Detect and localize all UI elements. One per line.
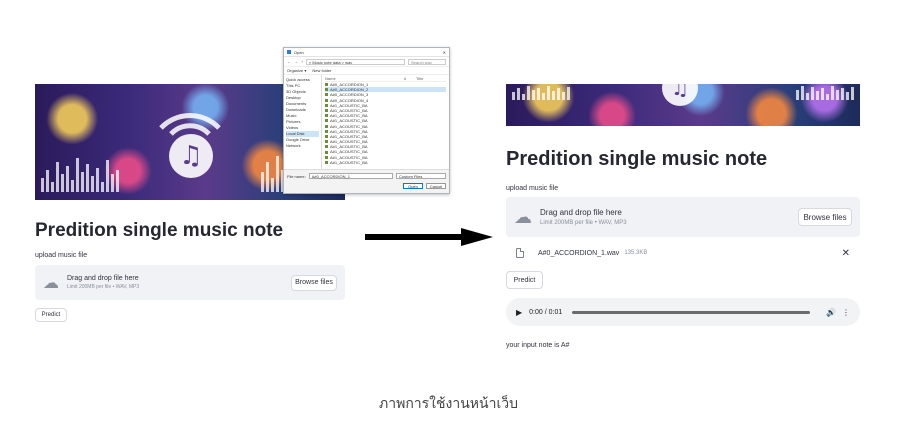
dropzone-text: Drag and drop file here Limit 200MB per … xyxy=(540,208,627,226)
audio-file-icon xyxy=(325,155,328,159)
nav-item[interactable]: Network xyxy=(286,143,319,149)
remove-file-icon[interactable]: ✕ xyxy=(842,248,850,259)
right-app-panel: ♫ Predition single music note upload mus… xyxy=(506,84,860,349)
upload-label: upload music file xyxy=(35,252,88,259)
dropzone-limit: Limit 200MB per file • WAV, MP3 xyxy=(67,284,140,290)
dropzone-instructions: Drag and drop file here xyxy=(540,208,622,217)
dialog-body: Quick access This PC 3D Objects Desktop Docu… xyxy=(284,75,449,171)
back-arrow-icon[interactable]: ← xyxy=(287,59,291,64)
equalizer-bars-left xyxy=(41,158,119,192)
dialog-titlebar: Open ✕ xyxy=(284,48,449,57)
audio-progress-slider[interactable] xyxy=(572,310,811,314)
audio-file-icon xyxy=(325,145,328,149)
screenshot-stage: ♫ Predition single music note upload mus… xyxy=(0,0,897,443)
right-banner-image: ♫ xyxy=(506,84,860,126)
dialog-footer: File name: A#0_ACCORDION_1 Custom Files … xyxy=(284,169,449,193)
file-dropzone[interactable]: ☁ Drag and drop file here Limit 200MB pe… xyxy=(35,265,345,300)
browse-files-button[interactable]: Browse files xyxy=(291,274,337,291)
dropzone-text: Drag and drop file here Limit 200MB per … xyxy=(67,275,139,290)
filename-label: File name: xyxy=(287,173,306,179)
open-button[interactable]: Open xyxy=(403,183,423,189)
close-icon[interactable]: ✕ xyxy=(443,50,446,55)
figure-caption: ภาพการใช้งานหน้าเว็บ xyxy=(379,396,518,412)
audio-file-icon xyxy=(325,134,328,138)
organize-menu[interactable]: Organize ▾ xyxy=(287,68,306,73)
music-note-icon: ♫ xyxy=(169,134,213,178)
address-path[interactable]: « Music note data > wav xyxy=(306,58,405,65)
predict-button[interactable]: Predict xyxy=(506,271,543,289)
audio-file-icon xyxy=(325,119,328,123)
page-title: Predition single music note xyxy=(35,220,284,241)
audio-file-icon xyxy=(325,114,328,118)
filename-row: File name: A#0_ACCORDION_1 Custom Files xyxy=(287,172,446,180)
music-note-icon: ♫ xyxy=(662,84,698,106)
audio-file-icon xyxy=(325,129,328,133)
prediction-result: your input note is A# xyxy=(506,342,570,349)
audio-player: ▶ 0:00 / 0:01 🔊 ⋮ xyxy=(506,298,860,326)
equalizer-bars-left xyxy=(512,86,570,100)
play-icon[interactable]: ▶ xyxy=(516,308,522,317)
dropzone-limit: Limit 200MB per file • WAV, MP3 xyxy=(540,220,627,226)
equalizer-bars-right xyxy=(796,86,854,100)
audio-file-icon xyxy=(325,150,328,154)
uploaded-file-size: 135.3KB xyxy=(624,250,648,256)
audio-file-icon xyxy=(325,103,328,107)
filetype-select[interactable]: Custom Files xyxy=(396,173,446,179)
column-title[interactable]: Title xyxy=(416,76,446,81)
file-icon xyxy=(516,248,524,258)
dropzone-instructions: Drag and drop file here xyxy=(67,275,139,282)
upload-label: upload music file xyxy=(506,185,559,192)
audio-file-icon xyxy=(325,160,328,164)
page-title: Predition single music note xyxy=(506,148,768,170)
dialog-address-bar: ← → ↑ « Music note data > wav Search wav xyxy=(284,57,449,67)
volume-icon[interactable]: 🔊 xyxy=(826,308,836,317)
uploaded-file-row: A#0_ACCORDION_1.wav 135.3KB ✕ xyxy=(506,239,860,267)
forward-arrow-icon[interactable]: → xyxy=(294,59,298,64)
file-open-dialog: Open ✕ ← → ↑ « Music note data > wav Sea… xyxy=(283,47,450,194)
app-icon xyxy=(287,50,291,54)
cloud-upload-icon: ☁ xyxy=(43,273,59,292)
browse-files-button[interactable]: Browse files xyxy=(798,208,852,226)
dialog-toolbar: Organize ▾ New folder xyxy=(284,67,449,75)
predict-button[interactable]: Predict xyxy=(35,308,67,322)
audio-file-icon xyxy=(325,98,328,102)
audio-file-icon xyxy=(325,93,328,97)
dialog-buttons: Open Cancel xyxy=(287,183,446,189)
filename-input[interactable]: A#0_ACCORDION_1 xyxy=(308,173,393,179)
column-name[interactable]: Name xyxy=(325,76,404,81)
audio-file-icon xyxy=(325,124,328,128)
right-arrow-icon xyxy=(365,228,493,246)
file-dropzone[interactable]: ☁ Drag and drop file here Limit 200MB pe… xyxy=(506,197,860,237)
uploaded-file-name: A#0_ACCORDION_1.wav xyxy=(538,249,620,257)
cloud-upload-icon: ☁ xyxy=(514,206,532,228)
cancel-button[interactable]: Cancel xyxy=(426,183,446,189)
audio-time: 0:00 / 0:01 xyxy=(529,308,563,316)
up-arrow-icon[interactable]: ↑ xyxy=(301,59,303,64)
file-list-item-name: A#1_ACOUSTIC_BA xyxy=(330,159,368,165)
navigation-pane: Quick access This PC 3D Objects Desktop Docu… xyxy=(284,75,322,171)
dialog-title: Open xyxy=(294,49,304,55)
search-input[interactable]: Search wav xyxy=(408,58,446,65)
file-list: Name # Title A#0_ACCORDION_1 A#0_ACCORDIO… xyxy=(322,75,449,171)
audio-file-icon xyxy=(325,88,328,92)
audio-file-icon xyxy=(325,109,328,113)
audio-file-icon xyxy=(325,83,328,87)
column-number[interactable]: # xyxy=(404,76,416,81)
more-options-icon[interactable]: ⋮ xyxy=(842,308,850,317)
audio-file-icon xyxy=(325,140,328,144)
file-list-item[interactable]: A#1_ACOUSTIC_BA xyxy=(325,160,446,165)
new-folder-button[interactable]: New folder xyxy=(312,68,331,73)
wifi-icon xyxy=(159,113,221,136)
